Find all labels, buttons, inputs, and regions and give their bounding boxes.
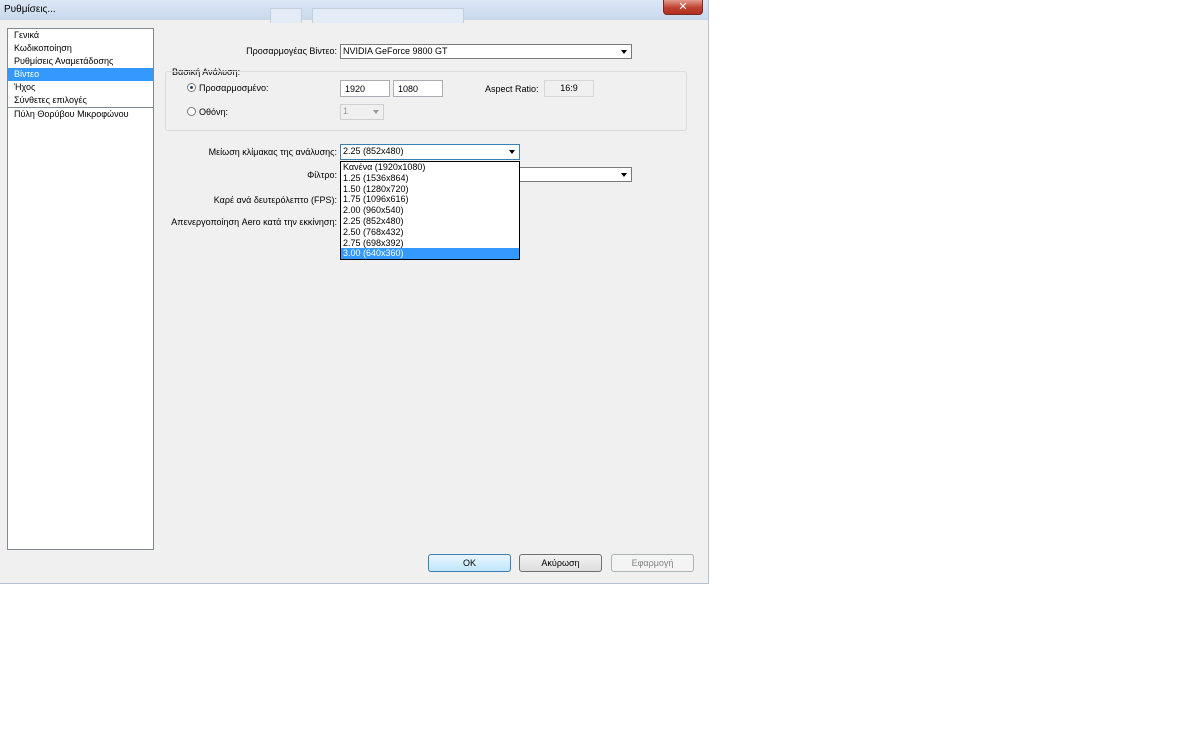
monitor-value: 1: [343, 106, 349, 116]
dropdown-option[interactable]: 2.75 (698x392): [341, 238, 519, 249]
dropdown-option[interactable]: 2.50 (768x432): [341, 227, 519, 238]
disable-aero-label: Απενεργοποίηση Aero κατά την εκκίνηση:: [171, 217, 337, 227]
chevron-down-icon: [373, 110, 379, 114]
close-button[interactable]: ✕: [663, 0, 703, 15]
aspect-ratio-label: Aspect Ratio:: [485, 84, 539, 94]
monitor-radio[interactable]: [187, 107, 196, 116]
cancel-button[interactable]: Ακύρωση: [519, 554, 602, 572]
dropdown-option-highlighted[interactable]: 3.00 (640x360): [341, 248, 519, 260]
downscale-value: 2.25 (852x480): [343, 146, 404, 156]
downscale-dropdown-list[interactable]: Κανένα (1920x1080) 1.25 (1536x864) 1.50 …: [340, 161, 520, 260]
monitor-label: Οθόνη:: [199, 107, 229, 117]
dropdown-option[interactable]: Κανένα (1920x1080): [341, 162, 519, 173]
settings-category-list[interactable]: Γενικά Κωδικοποίηση Ρυθμίσεις Αναμετάδοσ…: [7, 28, 154, 550]
dropdown-option[interactable]: 1.25 (1536x864): [341, 173, 519, 184]
video-adapter-label: Προσαρμογέας Βίντεο:: [246, 46, 337, 56]
custom-height-value: 1080: [398, 84, 419, 94]
chevron-down-icon: [509, 150, 515, 154]
chevron-down-icon: [621, 50, 627, 54]
apply-button[interactable]: Εφαρμογή: [611, 554, 694, 572]
settings-window: Ρυθμίσεις... ✕ Γενικά Κωδικοποίηση Ρυθμί…: [0, 0, 709, 584]
dropdown-option[interactable]: 2.25 (852x480): [341, 216, 519, 227]
chevron-down-icon: [621, 173, 627, 177]
aspect-ratio-value: 16:9: [544, 80, 594, 97]
custom-height-input[interactable]: 1080: [393, 80, 443, 97]
sidebar-item-advanced[interactable]: Σύνθετες επιλογές: [8, 94, 153, 108]
dropdown-option[interactable]: 2.00 (960x540): [341, 205, 519, 216]
sidebar-item-general[interactable]: Γενικά: [8, 29, 153, 42]
video-adapter-select[interactable]: NVIDIA GeForce 9800 GT: [340, 44, 632, 59]
custom-resolution-label: Προσαρμοσμένο:: [199, 83, 269, 93]
sidebar-item-audio[interactable]: Ήχος: [8, 81, 153, 94]
downscale-select[interactable]: 2.25 (852x480): [340, 144, 520, 160]
fps-label: Καρέ ανά δευτερόλεπτο (FPS):: [213, 195, 337, 205]
monitor-select[interactable]: 1: [340, 104, 384, 120]
window-title: Ρυθμίσεις...: [4, 4, 56, 15]
background-window-tab: [312, 8, 464, 23]
sidebar-item-video[interactable]: Βίντεο: [8, 68, 153, 81]
sidebar-item-encoding[interactable]: Κωδικοποίηση: [8, 42, 153, 55]
custom-width-value: 1920: [345, 84, 366, 94]
custom-resolution-radio[interactable]: [187, 83, 196, 92]
filter-label: Φίλτρο:: [307, 170, 337, 180]
dropdown-option[interactable]: 1.75 (1096x616): [341, 194, 519, 205]
custom-width-input[interactable]: 1920: [340, 80, 390, 97]
ok-button[interactable]: OK: [428, 554, 511, 572]
close-icon: ✕: [678, 1, 688, 13]
title-bar[interactable]: Ρυθμίσεις... ✕: [0, 0, 708, 23]
background-window-tab: [270, 8, 302, 23]
downscale-label: Μείωση κλίμακας της ανάλυσης:: [208, 147, 337, 157]
video-adapter-value: NVIDIA GeForce 9800 GT: [343, 46, 448, 56]
sidebar-item-microphone-noise-gate[interactable]: Πύλη Θορύβου Μικροφώνου: [8, 108, 153, 121]
sidebar-item-broadcast-settings[interactable]: Ρυθμίσεις Αναμετάδοσης: [8, 55, 153, 68]
dropdown-option[interactable]: 1.50 (1280x720): [341, 184, 519, 195]
